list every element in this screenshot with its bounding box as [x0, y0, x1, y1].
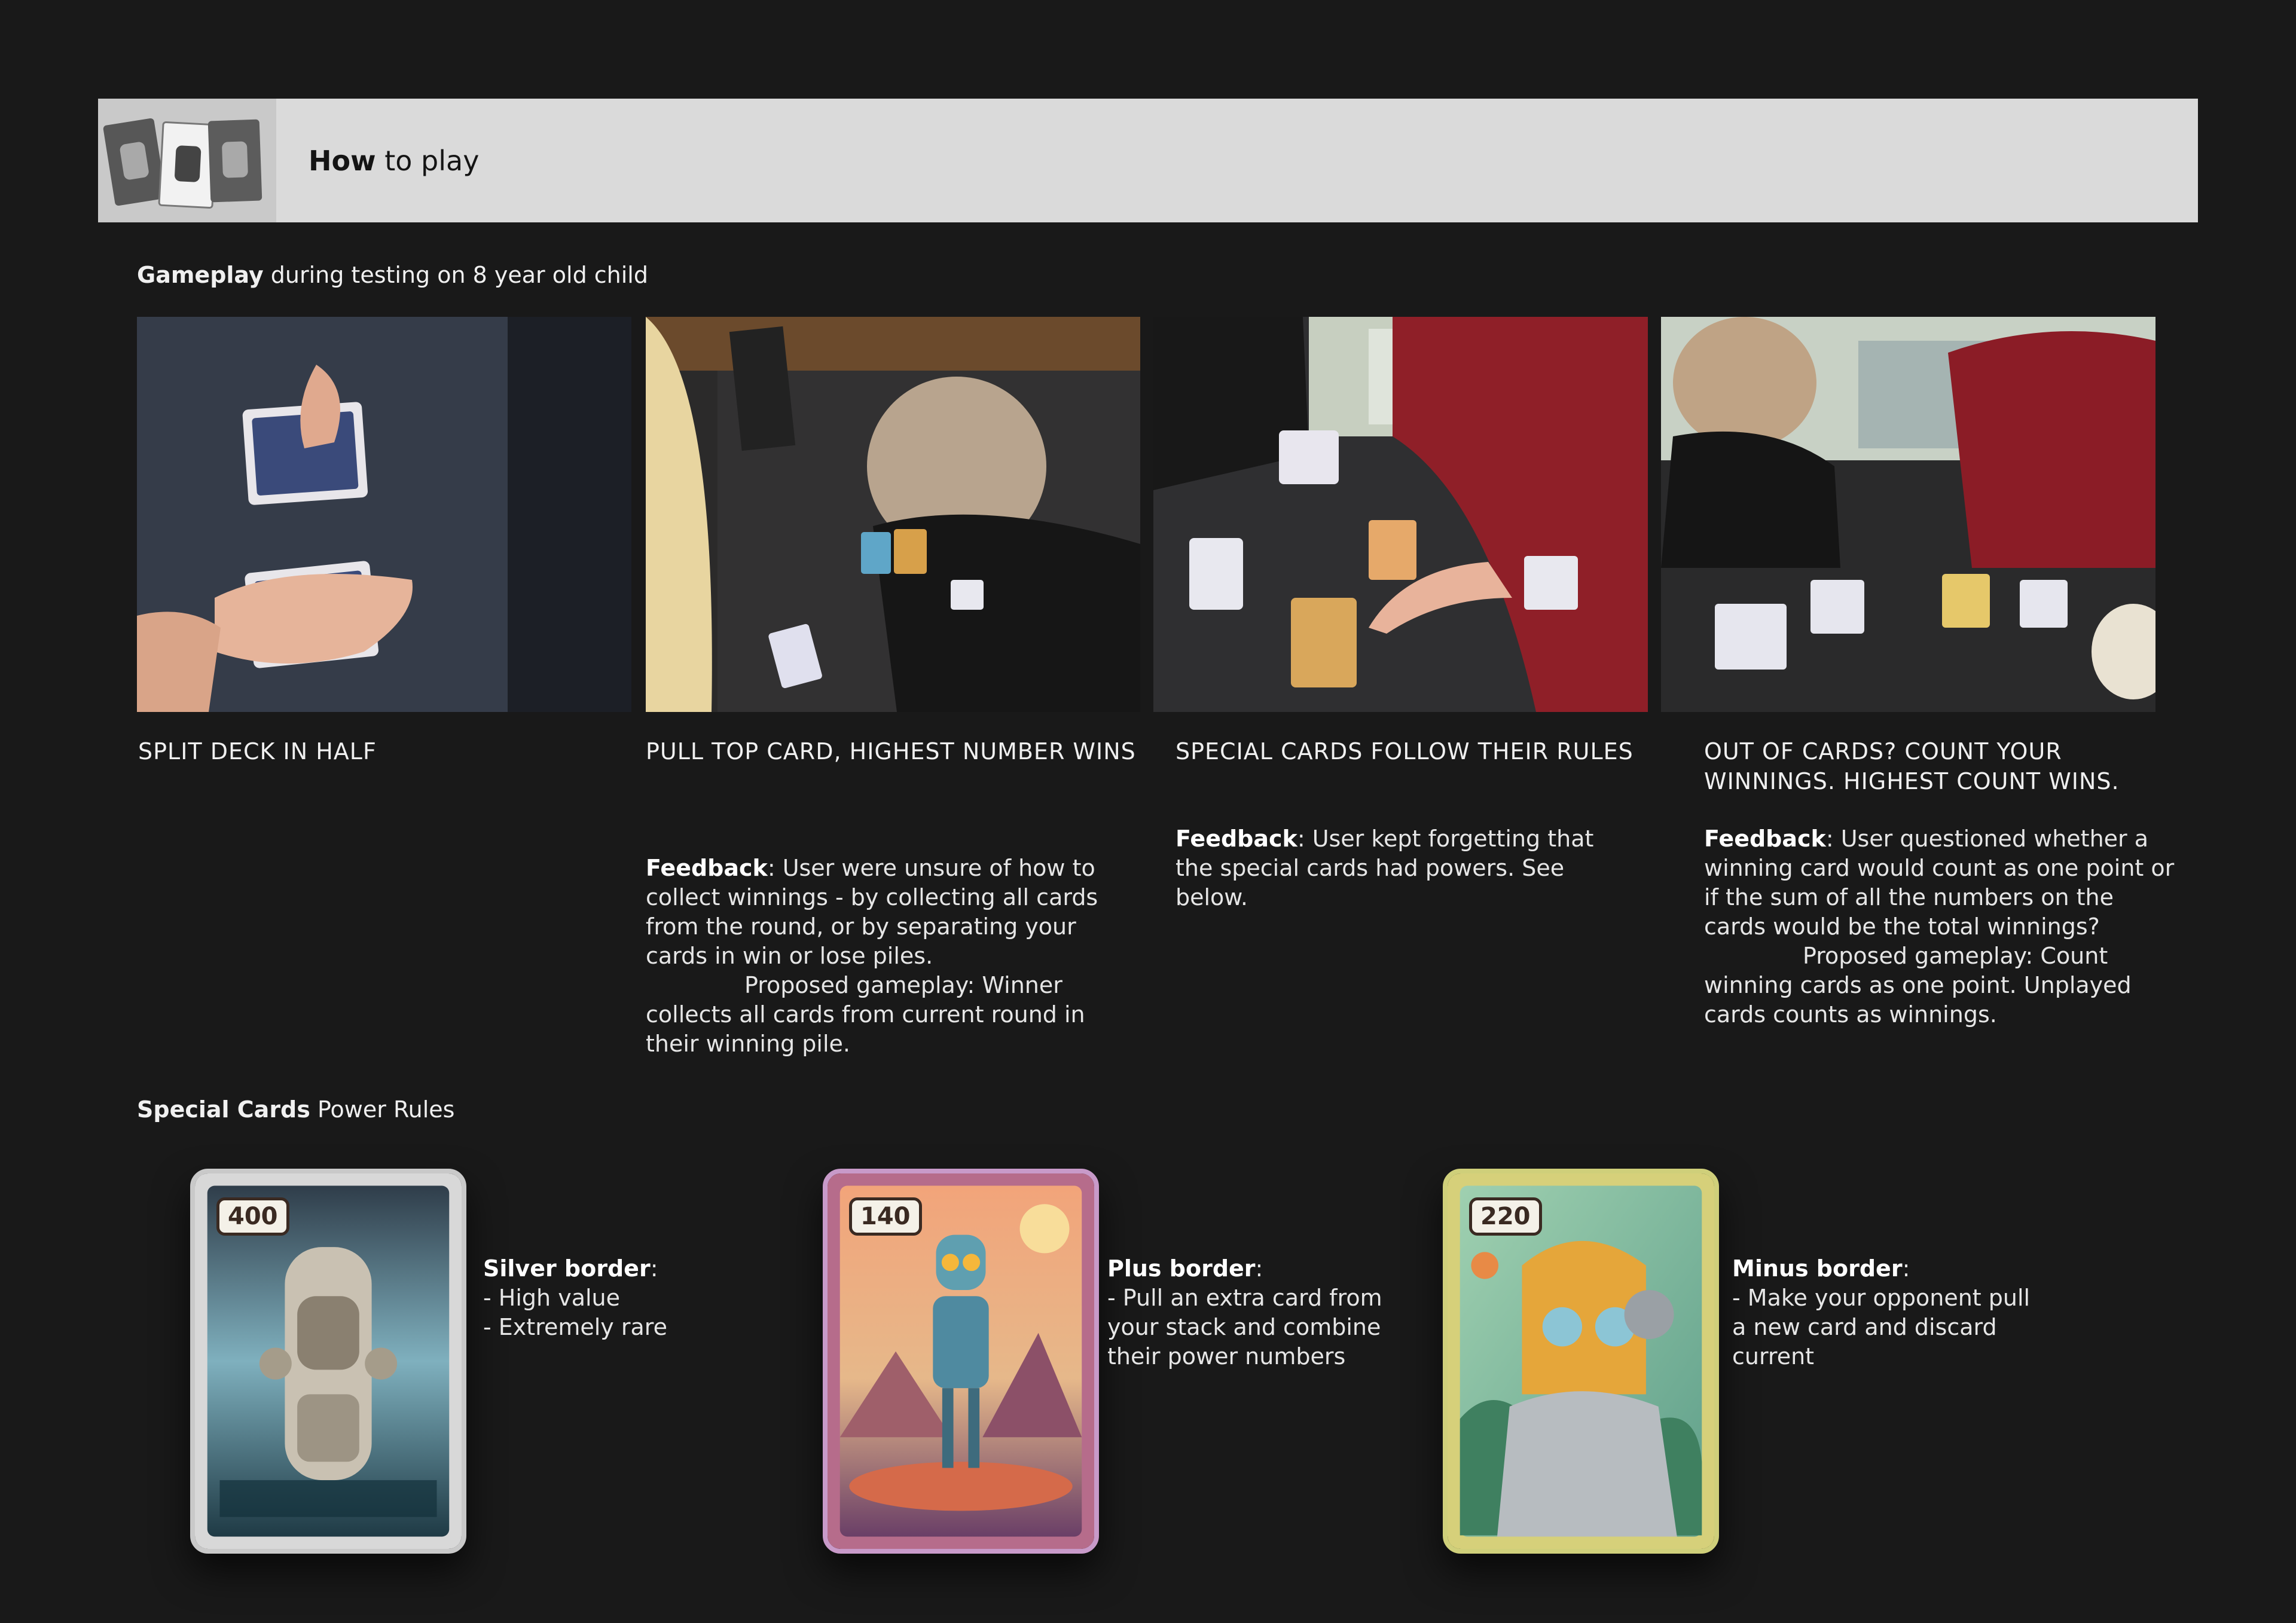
- step-title: PULL TOP CARD, HIGHEST NUMBER WINS: [646, 738, 1136, 765]
- card-value-badge: 220: [1469, 1197, 1542, 1236]
- proposed-gameplay: Proposed gameplay: Winner collects all c…: [646, 972, 1085, 1057]
- card-value-badge: 140: [849, 1197, 922, 1236]
- photo-pull-top-card: [646, 317, 1140, 712]
- card-value-badge: 400: [216, 1197, 289, 1236]
- step-title: SPLIT DECK IN HALF: [138, 738, 377, 765]
- feedback-block: Feedback: User were unsure of how to col…: [646, 854, 1100, 1059]
- minus-border-card: 220: [1443, 1169, 1719, 1554]
- photo-split-deck: [137, 317, 631, 712]
- photo-count-winnings: [1661, 317, 2155, 712]
- silver-border-card: 400: [190, 1169, 466, 1554]
- step-title: SPECIAL CARDS FOLLOW THEIR RULES: [1176, 738, 1634, 765]
- plus-border-card: 140: [823, 1169, 1099, 1554]
- photo-special-cards: [1153, 317, 1648, 712]
- special-cards-heading: Special Cards Power Rules: [137, 1096, 455, 1123]
- proposed-gameplay: Proposed gameplay: Count winning cards a…: [1704, 943, 2132, 1028]
- feedback-block: Feedback: User questioned whether a winn…: [1704, 824, 2176, 1029]
- silver-border-rule: Silver border: - High value - Extremely …: [483, 1255, 667, 1340]
- minus-border-rule: Minus border: - Make your opponent pull …: [1732, 1255, 2031, 1370]
- robot-card-icon: [102, 118, 167, 206]
- step-title: OUT OF CARDS? COUNT YOUR WINNINGS. HIGHE…: [1704, 738, 2120, 794]
- plus-border-rule: Plus border: - Pull an extra card from y…: [1107, 1255, 1382, 1370]
- robot-cards-icon: [98, 99, 276, 222]
- gameplay-heading: Gameplay during testing on 8 year old ch…: [137, 262, 648, 288]
- robot-card-icon: [207, 119, 262, 203]
- how-to-play-banner: How to play: [98, 99, 2198, 222]
- page-title: How to play: [309, 144, 480, 177]
- feedback-block: Feedback: User kept forgetting that the …: [1176, 826, 1594, 910]
